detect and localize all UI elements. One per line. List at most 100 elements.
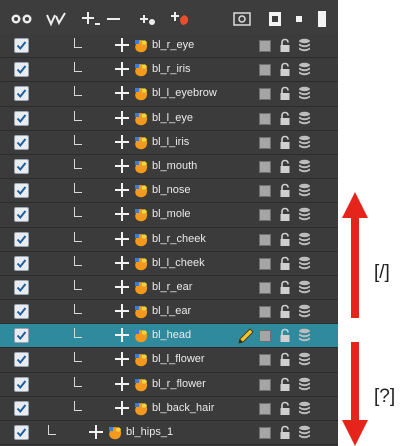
- layer-color-swatch[interactable]: [259, 233, 271, 246]
- lock-icon[interactable]: [279, 135, 291, 150]
- layer-row[interactable]: bl_r_iris: [0, 58, 338, 83]
- expand-plus-icon[interactable]: [115, 182, 129, 198]
- database-icon[interactable]: [298, 425, 311, 440]
- layer-color-swatch[interactable]: [259, 281, 271, 294]
- layer-color-swatch[interactable]: [259, 306, 271, 319]
- lock-icon[interactable]: [279, 159, 291, 174]
- lock-icon[interactable]: [279, 256, 291, 271]
- layer-row[interactable]: bl_nose: [0, 179, 338, 204]
- expand-plus-icon[interactable]: [115, 303, 129, 319]
- database-icon[interactable]: [298, 232, 311, 247]
- layer-row[interactable]: bl_l_eyebrow: [0, 82, 338, 107]
- layer-name[interactable]: bl_r_eye: [152, 37, 194, 54]
- layer-color-swatch[interactable]: [259, 160, 271, 173]
- layer-visibility-checkbox[interactable]: [14, 231, 29, 247]
- lock-icon[interactable]: [279, 232, 291, 247]
- layer-visibility-checkbox[interactable]: [14, 38, 29, 53]
- layer-color-swatch[interactable]: [259, 136, 271, 149]
- layer-row[interactable]: bl_l_flower: [0, 348, 338, 373]
- layer-color-swatch[interactable]: [259, 64, 271, 77]
- lock-icon[interactable]: [279, 304, 291, 319]
- layer-row[interactable]: bl_r_eye: [0, 34, 338, 59]
- layer-visibility-checkbox[interactable]: [14, 255, 29, 271]
- layer-row[interactable]: bl_hips_1: [0, 421, 338, 446]
- add-peg-icon[interactable]: [138, 9, 158, 29]
- lock-icon[interactable]: [279, 280, 291, 295]
- layer-visibility-checkbox[interactable]: [14, 207, 29, 223]
- layer-name[interactable]: bl_l_flower: [152, 351, 205, 368]
- layer-color-swatch[interactable]: [259, 330, 271, 343]
- layer-visibility-checkbox[interactable]: [14, 328, 29, 344]
- expand-plus-icon[interactable]: [115, 255, 129, 271]
- expand-plus-icon[interactable]: [115, 376, 129, 392]
- layer-name[interactable]: bl_l_eye: [152, 110, 193, 127]
- layer-visibility-checkbox[interactable]: [14, 134, 29, 150]
- layer-row[interactable]: bl_mole: [0, 203, 338, 228]
- lock-icon[interactable]: [279, 328, 291, 343]
- layer-row[interactable]: bl_l_cheek: [0, 251, 338, 276]
- layer-color-swatch[interactable]: [259, 185, 271, 198]
- lock-icon[interactable]: [279, 377, 291, 392]
- layer-visibility-checkbox[interactable]: [14, 158, 29, 174]
- layer-name[interactable]: bl_l_ear: [152, 303, 191, 320]
- layer-color-swatch[interactable]: [259, 427, 271, 439]
- expand-plus-icon[interactable]: [89, 424, 103, 440]
- layer-row[interactable]: bl_head: [0, 324, 338, 349]
- lock-icon[interactable]: [279, 86, 291, 101]
- layer-name[interactable]: bl_nose: [152, 182, 191, 199]
- database-icon[interactable]: [298, 280, 311, 295]
- layer-visibility-checkbox[interactable]: [14, 376, 29, 392]
- lock-icon[interactable]: [279, 38, 291, 53]
- show-all-icon[interactable]: [10, 9, 34, 29]
- database-icon[interactable]: [298, 207, 311, 222]
- layer-color-swatch[interactable]: [259, 88, 271, 101]
- expand-plus-icon[interactable]: [115, 400, 129, 416]
- expand-plus-icon[interactable]: [115, 351, 129, 367]
- database-icon[interactable]: [298, 159, 311, 174]
- add-layer-icon[interactable]: [80, 9, 102, 29]
- expand-plus-icon[interactable]: [115, 61, 129, 77]
- database-icon[interactable]: [298, 62, 311, 77]
- expand-plus-icon[interactable]: [115, 279, 129, 295]
- layer-name[interactable]: bl_mouth: [152, 158, 197, 175]
- layer-row[interactable]: bl_l_eye: [0, 106, 338, 131]
- lock-icon[interactable]: [279, 111, 291, 126]
- add-drawing-layer-icon[interactable]: [170, 9, 192, 29]
- layer-name[interactable]: bl_r_flower: [152, 376, 206, 393]
- database-icon[interactable]: [298, 135, 311, 150]
- layer-visibility-checkbox[interactable]: [14, 279, 29, 295]
- layer-name[interactable]: bl_l_eyebrow: [152, 85, 217, 102]
- database-icon[interactable]: [298, 352, 311, 367]
- layer-row[interactable]: bl_r_cheek: [0, 227, 338, 252]
- layer-color-swatch[interactable]: [259, 112, 271, 125]
- layer-color-swatch[interactable]: [259, 378, 271, 391]
- layer-color-swatch[interactable]: [259, 257, 271, 270]
- layer-row[interactable]: bl_l_ear: [0, 300, 338, 325]
- database-icon[interactable]: [298, 38, 311, 53]
- lock-icon[interactable]: [279, 352, 291, 367]
- layer-row[interactable]: bl_r_flower: [0, 372, 338, 397]
- layer-visibility-checkbox[interactable]: [14, 425, 29, 440]
- layer-properties-icon[interactable]: [232, 9, 252, 29]
- layer-visibility-checkbox[interactable]: [14, 304, 29, 320]
- database-icon[interactable]: [298, 183, 311, 198]
- database-icon[interactable]: [298, 304, 311, 319]
- layer-name[interactable]: bl_hips_1: [126, 424, 173, 441]
- lock-icon[interactable]: [279, 425, 291, 440]
- database-icon[interactable]: [298, 111, 311, 126]
- timeline-view-icon[interactable]: [266, 9, 284, 29]
- expand-plus-icon[interactable]: [115, 134, 129, 150]
- small-square-icon[interactable]: [292, 9, 306, 29]
- layer-color-swatch[interactable]: [259, 354, 271, 367]
- lock-icon[interactable]: [279, 207, 291, 222]
- layer-name[interactable]: bl_r_iris: [152, 61, 191, 78]
- database-icon[interactable]: [298, 86, 311, 101]
- layer-name[interactable]: bl_mole: [152, 206, 191, 223]
- remove-layer-icon[interactable]: [104, 9, 124, 29]
- layer-name[interactable]: bl_l_iris: [152, 134, 189, 151]
- layer-visibility-checkbox[interactable]: [14, 62, 29, 78]
- expand-plus-icon[interactable]: [115, 231, 129, 247]
- layer-visibility-checkbox[interactable]: [14, 352, 29, 368]
- large-square-icon[interactable]: [314, 9, 330, 29]
- layer-row[interactable]: bl_back_hair: [0, 396, 338, 421]
